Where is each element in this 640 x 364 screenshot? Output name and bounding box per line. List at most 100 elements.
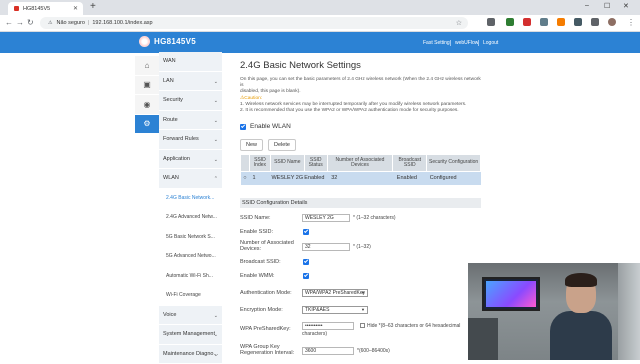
puzzle-icon[interactable] — [591, 18, 599, 26]
address-input[interactable]: ⚠ Não seguro | 192.168.100.1/index.asp ☆ — [40, 17, 468, 29]
encryption-mode-value: TKIP&AES — [305, 307, 329, 313]
forward-icon[interactable]: → — [16, 18, 24, 27]
close-tab-icon[interactable]: ✕ — [73, 5, 78, 12]
extension-icon[interactable] — [523, 18, 531, 26]
menu-icon[interactable]: ⋮ — [627, 18, 635, 27]
fast-setting-link[interactable]: Fast Setting — [423, 40, 450, 46]
webcam-overlay — [468, 263, 640, 360]
enable-wlan-label: Enable WLAN — [250, 123, 291, 130]
logout-link[interactable]: Logout — [483, 40, 498, 46]
extension-icon[interactable] — [540, 18, 548, 26]
sidebar-subitem-5g-basic[interactable]: 5G Basic Network S... — [159, 228, 222, 248]
avatar[interactable] — [608, 18, 616, 26]
column-header: SSID Status — [304, 155, 327, 172]
sidebar-item-lan[interactable]: LAN⌄ — [159, 72, 222, 92]
broadcast-ssid-checkbox[interactable] — [303, 259, 309, 265]
sidebar-subitem-24g-advanced[interactable]: 2.4G Advanced Netw... — [159, 208, 222, 228]
sidebar-subitem-label: 2.4G Advanced Netw... — [166, 214, 217, 220]
num-devices-input[interactable]: 32 — [302, 243, 350, 251]
ssid-name-input[interactable]: WESLEY 2G — [302, 214, 350, 222]
security-icon[interactable]: ◉ — [135, 95, 159, 115]
extension-icon[interactable] — [487, 18, 495, 26]
delete-button[interactable]: Delete — [268, 139, 296, 151]
extension-icon[interactable] — [574, 18, 582, 26]
sidebar-subitem-label: 5G Advanced Netwo... — [166, 253, 216, 259]
extension-icon[interactable] — [506, 18, 514, 26]
bookmark-star-icon[interactable]: ☆ — [456, 19, 462, 27]
table-cell: Configured — [427, 172, 481, 185]
nav-icon-column: ⌂ ▣ ◉ ⚙ — [135, 56, 159, 134]
table-cell: 1 — [249, 172, 270, 185]
enable-wlan-row: Enable WLAN — [240, 123, 485, 130]
maximize-button[interactable]: ☐ — [604, 2, 610, 10]
chevron-up-icon: ⌃ — [214, 176, 218, 182]
sidebar-subitem-label: Automatic Wi-Fi Sh... — [166, 273, 213, 279]
enable-wlan-checkbox[interactable] — [240, 124, 246, 130]
sidebar-item-label: Route — [163, 117, 178, 123]
regen-interval-input[interactable]: 3600 — [302, 347, 354, 355]
column-header: Broadcast SSID — [393, 155, 427, 172]
sidebar-subitem-wifi-share[interactable]: Automatic Wi-Fi Sh... — [159, 267, 222, 287]
sidebar-item-label: LAN — [163, 78, 174, 84]
table-row[interactable]: ○ 1 WESLEY 2G Enabled 32 Enabled Configu… — [241, 172, 481, 185]
new-tab-button[interactable]: + — [90, 1, 96, 12]
brand-name: HG8145V5 — [154, 37, 196, 46]
enable-ssid-checkbox[interactable] — [303, 229, 309, 235]
webuflow-link[interactable]: webUFlow — [455, 40, 478, 46]
background-monitor — [482, 277, 540, 311]
favicon-icon — [14, 6, 19, 11]
auth-mode-value: WPA/WPA2 PreSharedKey — [305, 290, 365, 296]
lan-icon[interactable]: ▣ — [135, 76, 159, 96]
sidebar-item-application[interactable]: Application⌄ — [159, 150, 222, 170]
ssid-name-label: SSID Name: — [240, 215, 271, 221]
sidebar-item-forward-rules[interactable]: Forward Rules⌄ — [159, 130, 222, 150]
chevron-down-icon: ⌄ — [214, 157, 218, 163]
chevron-down-icon: ⌄ — [214, 332, 218, 338]
psk-input[interactable]: •••••••••• — [302, 322, 354, 330]
psk-label: WPA PreSharedKey: — [240, 326, 291, 332]
chevron-down-icon: ▼ — [361, 290, 365, 296]
sidebar-subitem-label: 5G Basic Network S... — [166, 234, 215, 240]
sidebar-item-label: Forward Rules — [163, 136, 199, 142]
row-select-radio[interactable]: ○ — [241, 172, 250, 185]
encryption-mode-select[interactable]: TKIP&AES ▼ — [302, 306, 368, 314]
close-window-button[interactable]: ✕ — [623, 2, 629, 10]
minimize-button[interactable]: – — [585, 2, 589, 9]
enable-wmm-checkbox[interactable] — [303, 273, 309, 279]
application-icon[interactable]: ⚙ — [135, 115, 159, 135]
auth-mode-label: Authentication Mode: — [240, 290, 292, 296]
sidebar: WAN LAN⌄ Security⌄ Route⌄ Forward Rules⌄… — [159, 52, 222, 364]
sidebar-item-label: Security — [163, 97, 183, 103]
divider — [450, 40, 451, 46]
back-icon[interactable]: ← — [5, 18, 13, 27]
table-header-row: SSID Index SSID Name SSID Status Number … — [241, 155, 481, 172]
chevron-down-icon: ▼ — [361, 307, 365, 313]
wan-icon[interactable]: ⌂ — [135, 56, 159, 76]
caution-text: 2. It is recommended that you use the WP… — [240, 108, 485, 114]
address-bar-row: ← → ↻ ⚠ Não seguro | 192.168.100.1/index… — [0, 15, 640, 32]
auth-mode-select[interactable]: WPA/WPA2 PreSharedKey▼ — [302, 289, 368, 297]
sidebar-item-security[interactable]: Security⌄ — [159, 91, 222, 111]
hide-psk-checkbox[interactable] — [360, 323, 365, 328]
ssid-config-form: SSID Name: WESLEY 2G * (1–32 characters)… — [240, 212, 485, 362]
new-button[interactable]: New — [240, 139, 263, 151]
browser-tab[interactable]: HG8145V5 ✕ — [8, 2, 83, 15]
encryption-mode-label: Encryption Mode: — [240, 307, 283, 313]
browser-tab-bar: HG8145V5 ✕ + – ☐ ✕ — [0, 0, 640, 15]
sidebar-item-label: WAN — [163, 58, 176, 64]
page-description: On this page, you can set the basic para… — [240, 77, 485, 89]
table-actions: New Delete — [240, 139, 485, 151]
chevron-down-icon: ⌄ — [214, 352, 218, 358]
reload-icon[interactable]: ↻ — [27, 18, 34, 27]
sidebar-item-voice[interactable]: Voice⌄ — [159, 306, 222, 326]
sidebar-item-system-management[interactable]: System Management⌄ — [159, 325, 222, 345]
regen-interval-hint: *(600–86400s) — [357, 348, 390, 354]
sidebar-subitem-wifi-coverage[interactable]: Wi-Fi Coverage — [159, 286, 222, 306]
sidebar-item-route[interactable]: Route⌄ — [159, 111, 222, 131]
sidebar-item-maintenance[interactable]: Maintenance Diagno...⌄ — [159, 345, 222, 364]
sidebar-subitem-24g-basic[interactable]: 2.4G Basic Network... — [159, 189, 222, 209]
sidebar-item-wlan[interactable]: WLAN⌃ — [159, 169, 222, 189]
sidebar-item-wan[interactable]: WAN — [159, 52, 222, 72]
sidebar-subitem-5g-advanced[interactable]: 5G Advanced Netwo... — [159, 247, 222, 267]
extension-icon[interactable] — [557, 18, 565, 26]
